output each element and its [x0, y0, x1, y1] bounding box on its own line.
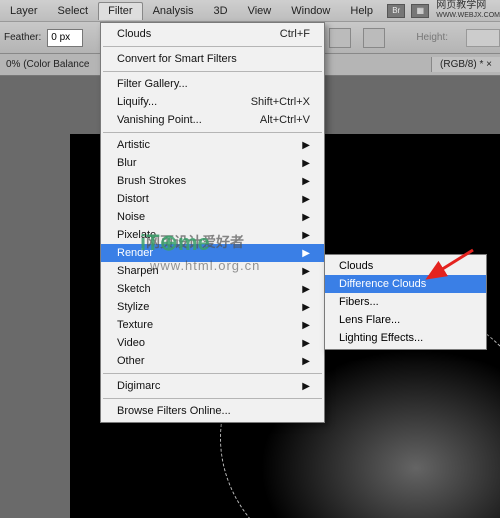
launch-bridge-icon[interactable]: Br — [387, 4, 405, 18]
render-difference-clouds[interactable]: Difference Clouds — [325, 275, 486, 293]
vanishing-shortcut: Alt+Ctrl+V — [260, 114, 310, 126]
chevron-right-icon: ▶ — [302, 230, 310, 241]
filter-group-pixelate[interactable]: Pixelate ▶ — [101, 226, 324, 244]
chevron-right-icon: ▶ — [302, 194, 310, 205]
chevron-right-icon: ▶ — [302, 248, 310, 259]
vanishing-label: Vanishing Point... — [117, 114, 202, 126]
menu-separator — [103, 71, 322, 72]
render-fibers[interactable]: Fibers... — [325, 293, 486, 311]
watermark-site: 网页教学网 WWW.WEBJX.COM — [436, 1, 500, 21]
group-label: Distort — [117, 193, 149, 205]
submenu-label: Clouds — [339, 260, 373, 272]
menu-separator — [103, 132, 322, 133]
feather-label: Feather: — [4, 32, 41, 43]
tool-icon-2[interactable] — [363, 28, 385, 48]
filter-dropdown: Clouds Ctrl+F Convert for Smart Filters … — [100, 22, 325, 423]
filter-group-stylize[interactable]: Stylize ▶ — [101, 298, 324, 316]
filter-gallery-label: Filter Gallery... — [117, 78, 188, 90]
height-value[interactable] — [466, 29, 500, 47]
chevron-right-icon: ▶ — [302, 140, 310, 151]
group-label: Other — [117, 355, 145, 367]
menu-filter[interactable]: Filter — [98, 2, 142, 20]
menu-separator — [103, 46, 322, 47]
browse-filters-online[interactable]: Browse Filters Online... — [101, 402, 324, 420]
chevron-right-icon: ▶ — [302, 338, 310, 349]
render-clouds[interactable]: Clouds — [325, 257, 486, 275]
menu-help[interactable]: Help — [340, 2, 383, 20]
group-label: Pixelate — [117, 229, 156, 241]
document-tab-right-label: (RGB/8) * × — [440, 59, 492, 70]
screen-mode-icon[interactable]: ▦ — [411, 4, 429, 18]
filter-gallery[interactable]: Filter Gallery... — [101, 75, 324, 93]
filter-group-sharpen[interactable]: Sharpen ▶ — [101, 262, 324, 280]
render-lighting-effects[interactable]: Lighting Effects... — [325, 329, 486, 347]
menu-analysis[interactable]: Analysis — [143, 2, 204, 20]
menubar: Layer Select Filter Analysis 3D View Win… — [0, 0, 500, 22]
convert-smart-label: Convert for Smart Filters — [117, 53, 237, 65]
height-label: Height: — [416, 32, 448, 43]
document-tab-left[interactable]: 0% (Color Balance — [0, 57, 95, 72]
chevron-right-icon: ▶ — [302, 381, 310, 392]
chevron-right-icon: ▶ — [302, 266, 310, 277]
group-label: Blur — [117, 157, 137, 169]
tool-icon[interactable] — [329, 28, 351, 48]
watermark-site-url: WWW.WEBJX.COM — [436, 11, 500, 21]
group-label: Texture — [117, 319, 153, 331]
menu-view[interactable]: View — [238, 2, 282, 20]
group-label: Render — [117, 247, 153, 259]
watermark-site-title: 网页教学网 — [436, 1, 500, 11]
filter-group-noise[interactable]: Noise ▶ — [101, 208, 324, 226]
menu-separator — [103, 398, 322, 399]
group-label: Brush Strokes — [117, 175, 186, 187]
group-label: Artistic — [117, 139, 150, 151]
group-label: Sketch — [117, 283, 151, 295]
filter-last-clouds[interactable]: Clouds Ctrl+F — [101, 25, 324, 43]
filter-group-texture[interactable]: Texture ▶ — [101, 316, 324, 334]
menu-window[interactable]: Window — [281, 2, 340, 20]
filter-group-other[interactable]: Other ▶ — [101, 352, 324, 370]
chevron-right-icon: ▶ — [302, 176, 310, 187]
menu-layer[interactable]: Layer — [0, 2, 48, 20]
group-label: Sharpen — [117, 265, 159, 277]
digimarc-label: Digimarc — [117, 380, 160, 392]
menu-separator — [103, 373, 322, 374]
feather-input[interactable] — [47, 29, 83, 47]
liquify-shortcut: Shift+Ctrl+X — [251, 96, 310, 108]
chevron-right-icon: ▶ — [302, 302, 310, 313]
document-tab-right[interactable]: (RGB/8) * × — [431, 57, 500, 72]
liquify-label: Liquify... — [117, 96, 157, 108]
chevron-right-icon: ▶ — [302, 320, 310, 331]
filter-group-artistic[interactable]: Artistic ▶ — [101, 136, 324, 154]
filter-last-label: Clouds — [117, 28, 151, 40]
filter-group-sketch[interactable]: Sketch ▶ — [101, 280, 324, 298]
group-label: Stylize — [117, 301, 149, 313]
filter-group-video[interactable]: Video ▶ — [101, 334, 324, 352]
submenu-label: Lighting Effects... — [339, 332, 423, 344]
chevron-right-icon: ▶ — [302, 158, 310, 169]
convert-smart-filters[interactable]: Convert for Smart Filters — [101, 50, 324, 68]
group-label: Video — [117, 337, 145, 349]
filter-vanishing-point[interactable]: Vanishing Point... Alt+Ctrl+V — [101, 111, 324, 129]
chevron-right-icon: ▶ — [302, 212, 310, 223]
filter-digimarc[interactable]: Digimarc ▶ — [101, 377, 324, 395]
submenu-label: Difference Clouds — [339, 278, 426, 290]
chevron-right-icon: ▶ — [302, 284, 310, 295]
browse-label: Browse Filters Online... — [117, 405, 231, 417]
chevron-right-icon: ▶ — [302, 356, 310, 367]
submenu-label: Fibers... — [339, 296, 379, 308]
filter-group-distort[interactable]: Distort ▶ — [101, 190, 324, 208]
submenu-label: Lens Flare... — [339, 314, 400, 326]
filter-last-shortcut: Ctrl+F — [280, 28, 310, 40]
filter-group-blur[interactable]: Blur ▶ — [101, 154, 324, 172]
filter-liquify[interactable]: Liquify... Shift+Ctrl+X — [101, 93, 324, 111]
menu-select[interactable]: Select — [48, 2, 99, 20]
group-label: Noise — [117, 211, 145, 223]
render-lens-flare[interactable]: Lens Flare... — [325, 311, 486, 329]
render-submenu: Clouds Difference Clouds Fibers... Lens … — [324, 254, 487, 350]
menu-3d[interactable]: 3D — [204, 2, 238, 20]
filter-group-render[interactable]: Render ▶ — [101, 244, 324, 262]
filter-group-brush-strokes[interactable]: Brush Strokes ▶ — [101, 172, 324, 190]
